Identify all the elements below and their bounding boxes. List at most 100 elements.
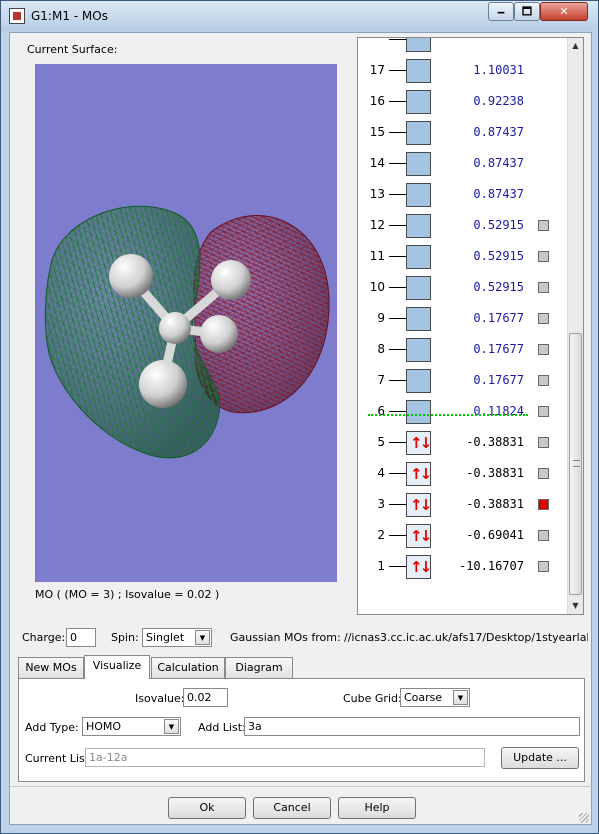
mo-level-box[interactable] (406, 276, 431, 300)
mo-select-checkbox[interactable] (538, 437, 549, 448)
tab-diagram[interactable]: Diagram (225, 657, 293, 678)
mo-level-box[interactable]: ↑↓ (406, 555, 432, 579)
mo-select-checkbox[interactable] (538, 406, 549, 417)
mo-row[interactable]: 10 0.52915 (358, 272, 568, 303)
mo-number: 12 (369, 218, 385, 232)
mo-row[interactable]: 6 0.11824 (358, 396, 568, 427)
mo-row[interactable]: 9 0.17677 (358, 303, 568, 334)
mo-level-line (389, 70, 406, 71)
mo-level-line (389, 349, 406, 350)
mo-row[interactable]: 11 0.52915 (358, 241, 568, 272)
mo-level-box[interactable] (406, 307, 431, 331)
mo-select-checkbox[interactable] (538, 282, 549, 293)
mo-number: 11 (369, 249, 385, 263)
mo-number: 7 (377, 373, 385, 387)
mo-row[interactable]: 2 ↑↓ -0.69041 (358, 520, 568, 551)
tab-new-mos[interactable]: New MOs (18, 657, 84, 678)
mo-level-box[interactable] (406, 400, 431, 424)
mo-level-box[interactable] (406, 214, 431, 238)
mo-number: 3 (377, 497, 385, 511)
mo-select-checkbox[interactable] (538, 220, 549, 231)
mo-select-checkbox[interactable] (538, 375, 549, 386)
mo-level-line (389, 256, 406, 257)
mo-level-box[interactable] (406, 59, 431, 83)
add-type-value: HOMO (86, 720, 122, 733)
charge-input[interactable]: 0 (66, 628, 96, 647)
mo-number: 9 (377, 311, 385, 325)
mo-level-box[interactable]: ↑↓ (406, 493, 432, 517)
mo-select-checkbox[interactable] (538, 561, 549, 572)
mo-level-box[interactable] (406, 183, 431, 207)
mo-level-line (389, 39, 406, 40)
mo-energy: 0.87437 (473, 187, 524, 201)
chevron-down-icon[interactable]: ▼ (195, 630, 210, 645)
add-type-select[interactable]: HOMO ▼ (82, 717, 181, 736)
mo-level-box[interactable] (406, 369, 431, 393)
molecule-viewport[interactable] (35, 64, 337, 582)
chevron-down-icon[interactable]: ▼ (164, 719, 179, 734)
mo-level-box[interactable]: ↑↓ (406, 462, 432, 486)
maximize-button[interactable]: 🗖 (514, 2, 540, 21)
close-button[interactable]: ✕ (540, 2, 588, 21)
scroll-up-arrow-icon[interactable]: ▲ (568, 38, 583, 54)
scroll-thumb[interactable] (569, 333, 582, 595)
cube-grid-select[interactable]: Coarse ▼ (400, 688, 470, 707)
mo-energy: 0.17677 (473, 342, 524, 356)
minimize-button[interactable]: 🗕 (488, 2, 514, 21)
mo-select-checkbox[interactable] (538, 344, 549, 355)
mo-level-line (389, 504, 406, 505)
mo-row[interactable]: 12 0.52915 (358, 210, 568, 241)
spin-select[interactable]: Singlet ▼ (142, 628, 212, 647)
mo-row[interactable]: 16 0.92238 (358, 86, 568, 117)
mo-level-box[interactable] (406, 152, 431, 176)
help-button[interactable]: Help (338, 797, 416, 819)
mo-level-line (389, 535, 406, 536)
resize-grip-icon[interactable] (579, 813, 589, 823)
mo-number: 17 (369, 63, 385, 77)
mo-level-box[interactable]: ↑↓ (406, 524, 432, 548)
mo-level-box[interactable] (406, 121, 431, 145)
spin-value: Singlet (146, 631, 185, 644)
mo-energy: 0.87437 (473, 125, 524, 139)
positive-lobe (193, 215, 330, 414)
cancel-button[interactable]: Cancel (253, 797, 331, 819)
mo-row[interactable]: 4 ↑↓ -0.38831 (358, 458, 568, 489)
mo-level-line (389, 225, 406, 226)
mo-select-checkbox[interactable] (538, 313, 549, 324)
scroll-down-arrow-icon[interactable]: ▼ (568, 598, 583, 614)
tab-visualize[interactable]: Visualize (84, 655, 150, 679)
mo-row[interactable]: 7 0.17677 (358, 365, 568, 396)
mo-level-line (389, 163, 406, 164)
title-bar[interactable]: G1:M1 - MOs 🗕 🗖 ✕ (1, 1, 598, 31)
update-button[interactable]: Update ... (501, 747, 579, 769)
mo-select-checkbox[interactable] (538, 468, 549, 479)
mo-level-box[interactable] (406, 338, 431, 362)
chevron-down-icon[interactable]: ▼ (453, 690, 468, 705)
mo-row[interactable]: 14 0.87437 (358, 148, 568, 179)
mo-energy: 0.92238 (473, 94, 524, 108)
mo-row[interactable]: 17 1.10031 (358, 55, 568, 86)
mo-level-box[interactable] (406, 90, 431, 114)
mo-row[interactable]: 3 ↑↓ -0.38831 (358, 489, 568, 520)
mo-row[interactable]: 1 ↑↓ -10.16707 (358, 551, 568, 582)
mos-window: G1:M1 - MOs 🗕 🗖 ✕ Current Surface: MO (… (0, 0, 599, 834)
mo-level-box[interactable]: ↑↓ (406, 431, 432, 455)
tab-calculation[interactable]: Calculation (151, 657, 225, 678)
mo-select-checkbox[interactable] (538, 251, 549, 262)
mo-energy: 0.52915 (473, 249, 524, 263)
window-title: G1:M1 - MOs (31, 9, 108, 23)
homo-lumo-divider (368, 414, 528, 416)
mo-row[interactable]: 8 0.17677 (358, 334, 568, 365)
ok-button[interactable]: Ok (168, 797, 246, 819)
mo-row[interactable]: 5 ↑↓ -0.38831 (358, 427, 568, 458)
mo-scrollbar[interactable]: ▲ ▼ (567, 38, 583, 614)
mo-select-checkbox[interactable] (538, 530, 549, 541)
mo-diagram-list[interactable]: 17 1.10031 16 0.92238 15 0.87437 14 0.87437 13 0.… (357, 37, 584, 615)
mo-row[interactable]: 15 0.87437 (358, 117, 568, 148)
mo-row[interactable]: 13 0.87437 (358, 179, 568, 210)
mo-number: 14 (369, 156, 385, 170)
mo-level-box[interactable] (406, 245, 431, 269)
mo-select-checkbox[interactable] (538, 499, 549, 510)
isovalue-input[interactable]: 0.02 (183, 688, 228, 707)
add-list-input[interactable]: 3a (244, 717, 580, 736)
